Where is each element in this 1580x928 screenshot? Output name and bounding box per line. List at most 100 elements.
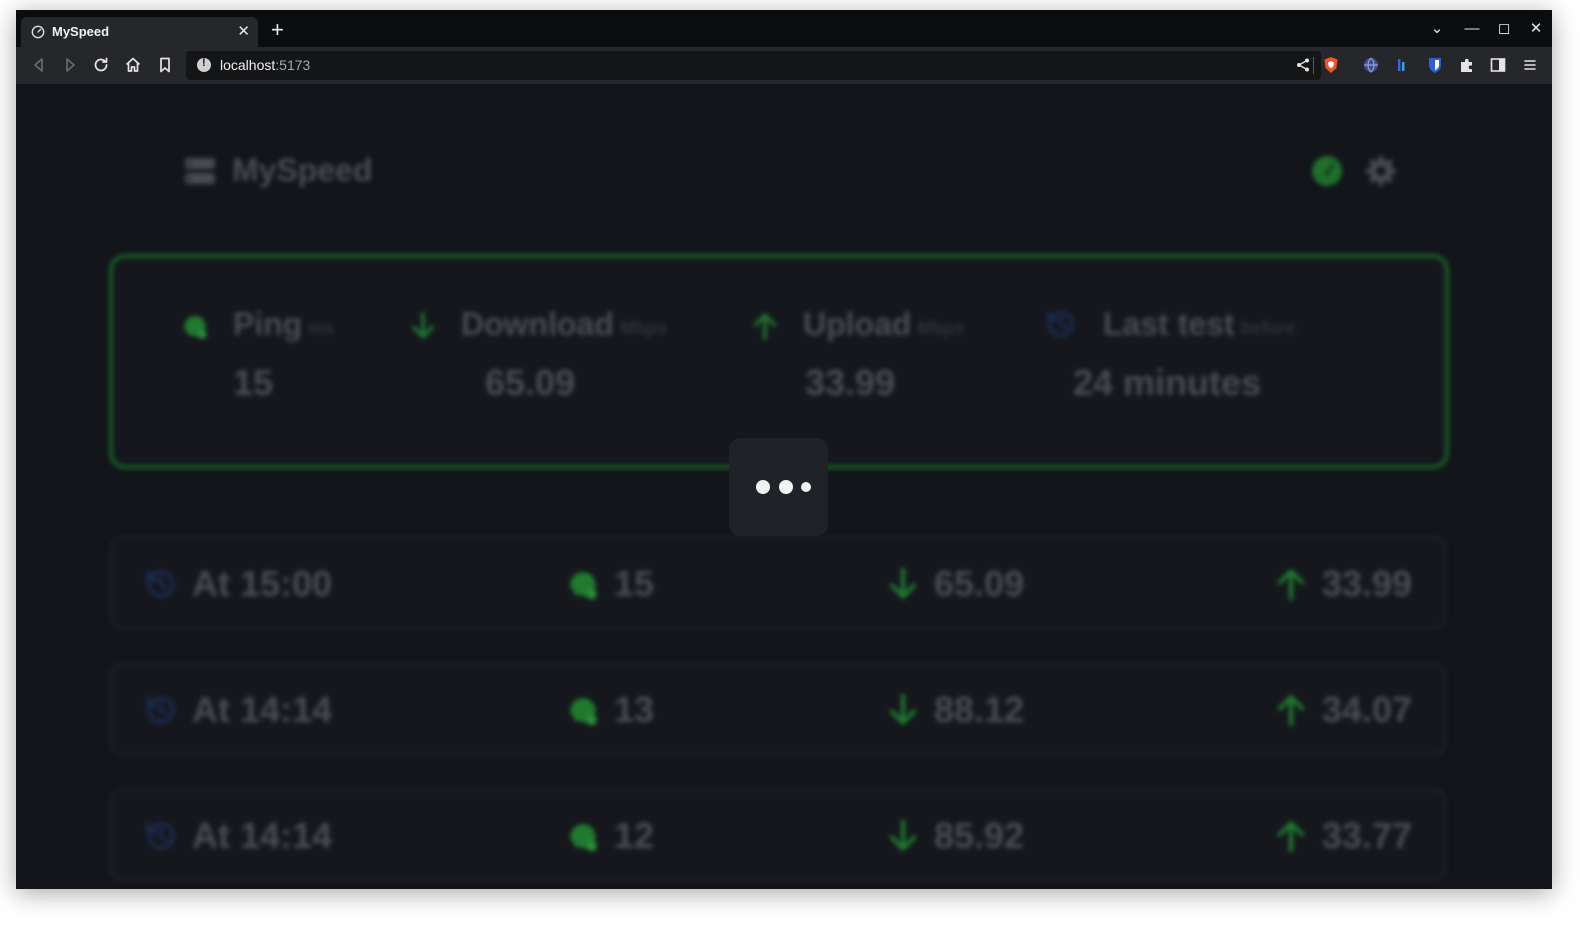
tab-search-chevron-icon[interactable]: ⌄	[1427, 19, 1447, 39]
arrow-up-icon	[1272, 691, 1310, 729]
browser-tab-myspeed[interactable]: MySpeed ✕	[21, 17, 258, 47]
last-test-value: 24 minutes	[1073, 362, 1262, 403]
toolbar-divider	[1313, 57, 1314, 74]
last-test-unit: before	[1240, 318, 1296, 338]
server-stack-icon	[185, 157, 215, 184]
address-url: localhost:5173	[220, 57, 310, 73]
ping-icon	[564, 817, 602, 855]
reload-icon[interactable]	[91, 55, 111, 75]
tab-close-icon[interactable]: ✕	[237, 23, 250, 40]
row-download-text: 65.09	[934, 563, 1025, 604]
maximize-window-icon[interactable]: ◻	[1494, 19, 1514, 39]
download-unit: Mbps	[619, 318, 667, 338]
row-upload-cell: 33.99	[1272, 565, 1412, 603]
address-bar[interactable]: localhost:5173	[186, 51, 1321, 80]
upload-stat: Upload Mbps 33.99	[749, 306, 965, 403]
bookmark-icon[interactable]	[155, 55, 175, 75]
myspeed-page: MySpeed Ping ms 15 Download Mbps 65.09 U…	[16, 84, 1552, 889]
arrow-up-icon	[1272, 565, 1310, 603]
app-brand: MySpeed	[184, 152, 372, 189]
loading-indicator	[729, 438, 828, 536]
share-icon[interactable]	[1295, 57, 1311, 73]
ping-unit: ms	[308, 318, 335, 338]
row-ping-cell: 12	[564, 817, 654, 855]
site-info-icon[interactable]	[197, 57, 211, 72]
row-ping-text: 13	[614, 689, 655, 730]
row-ping-text: 12	[614, 815, 655, 856]
row-download-text: 85.92	[934, 815, 1025, 856]
sidebar-toggle-icon[interactable]	[1489, 56, 1507, 74]
row-time-cell: At 14:14	[142, 691, 332, 729]
upload-unit: Mbps	[917, 318, 965, 338]
row-time-text: At 15:00	[192, 563, 333, 604]
row-upload-text: 34.07	[1321, 689, 1412, 730]
forward-icon[interactable]	[60, 55, 80, 75]
arrow-up-icon	[1272, 817, 1310, 855]
upload-value: 33.99	[805, 362, 896, 403]
ping-icon	[179, 310, 211, 342]
history-icon	[142, 565, 180, 603]
row-time-text: At 14:14	[192, 689, 333, 730]
ping-value: 15	[233, 362, 274, 403]
arrow-down-icon	[884, 565, 922, 603]
minimize-window-icon[interactable]: —	[1462, 19, 1482, 39]
speedtest-row[interactable]: At 14:14 13 88.12 34.07	[109, 662, 1447, 756]
row-upload-cell: 34.07	[1272, 691, 1412, 729]
download-stat: Download Mbps 65.09	[407, 306, 667, 403]
new-tab-button[interactable]: +	[271, 19, 284, 41]
history-icon	[1043, 306, 1079, 342]
row-download-cell: 85.92	[884, 817, 1024, 855]
last-test-stat: Last test before 24 minutes	[1043, 306, 1296, 403]
ping-stat: Ping ms 15	[179, 306, 335, 403]
tab-strip: MySpeed ✕ + ⌄ — ◻ ✕	[16, 10, 1552, 47]
row-download-text: 88.12	[934, 689, 1025, 730]
arrow-down-icon	[884, 691, 922, 729]
tab-title: MySpeed	[52, 24, 110, 39]
url-port: :5173	[275, 57, 311, 73]
row-download-cell: 65.09	[884, 565, 1024, 603]
download-label: Download	[461, 306, 614, 342]
settings-gear-icon[interactable]	[1365, 155, 1397, 187]
bitwarden-shield-icon[interactable]	[1426, 56, 1444, 74]
brand-name: MySpeed	[232, 152, 373, 188]
download-value: 65.09	[485, 362, 576, 403]
ping-icon	[564, 565, 602, 603]
browser-toolbar: localhost:5173	[16, 47, 1552, 84]
url-host: localhost	[220, 57, 276, 73]
back-icon[interactable]	[29, 55, 49, 75]
row-time-cell: At 14:14	[142, 817, 332, 855]
ping-icon	[564, 691, 602, 729]
row-ping-text: 15	[614, 563, 655, 604]
row-time-text: At 14:14	[192, 815, 333, 856]
arrow-down-icon	[884, 817, 922, 855]
row-time-cell: At 15:00	[142, 565, 332, 603]
row-ping-cell: 13	[564, 691, 654, 729]
last-test-label: Last test	[1103, 306, 1235, 342]
upload-label: Upload	[803, 306, 912, 342]
latest-test-summary: Ping ms 15 Download Mbps 65.09 Upload Mb…	[109, 254, 1449, 469]
row-upload-cell: 33.77	[1272, 817, 1412, 855]
speedtest-row[interactable]: At 15:00 15 65.09 33.99	[109, 536, 1447, 630]
extensions-puzzle-icon[interactable]	[1458, 56, 1476, 74]
run-speedtest-icon[interactable]	[1311, 155, 1343, 187]
extension-bars-icon[interactable]	[1394, 56, 1412, 74]
loading-dot	[756, 480, 770, 494]
row-ping-cell: 15	[564, 565, 654, 603]
row-download-cell: 88.12	[884, 691, 1024, 729]
vpn-globe-icon[interactable]	[1362, 56, 1380, 74]
history-icon	[142, 817, 180, 855]
arrow-down-icon	[407, 310, 439, 342]
loading-dot	[801, 482, 811, 492]
row-upload-text: 33.99	[1321, 563, 1412, 604]
home-icon[interactable]	[123, 55, 143, 75]
browser-menu-icon[interactable]	[1521, 56, 1539, 74]
speedtest-row[interactable]: At 14:14 12 85.92 33.77	[109, 788, 1447, 882]
arrow-up-icon	[749, 310, 781, 342]
ping-label: Ping	[233, 306, 303, 342]
loading-dot	[779, 480, 793, 494]
close-window-icon[interactable]: ✕	[1526, 19, 1546, 39]
speedometer-favicon-icon	[31, 25, 45, 39]
row-upload-text: 33.77	[1321, 815, 1412, 856]
brave-shield-icon[interactable]	[1322, 56, 1340, 74]
history-icon	[142, 691, 180, 729]
